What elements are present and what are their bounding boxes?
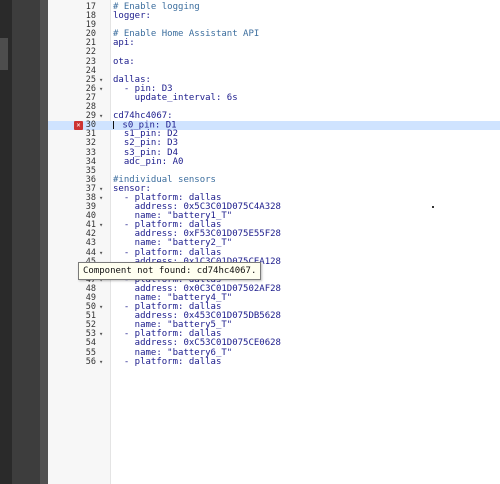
fold-toggle-icon[interactable]: ▾ [99,85,109,94]
text-cursor [113,121,114,130]
code-line[interactable]: 23 ota: [48,57,500,67]
error-tooltip-text: Component not found: cd74hc4067. [83,266,257,276]
left-panel-tab[interactable] [0,38,8,70]
line-number: 56 [85,356,96,367]
fold-toggle-icon[interactable]: ▾ [99,249,109,258]
code-text[interactable]: update_interval: 6s [113,93,238,103]
code-line[interactable]: 27 update_interval: 6s [48,93,500,103]
fold-toggle-icon[interactable]: ▾ [99,112,109,121]
left-panel-edge [0,0,12,484]
code-text[interactable]: - platform: dallas [113,357,222,367]
code-text[interactable]: adc_pin: A0 [113,157,184,167]
fold-toggle-icon[interactable]: ▾ [99,358,109,367]
fold-toggle-icon[interactable]: ▾ [99,330,109,339]
fold-toggle-icon[interactable]: ▾ [99,194,109,203]
left-dark-panel [0,0,48,484]
fold-toggle-icon[interactable]: ▾ [99,185,109,194]
left-panel-divider [40,0,48,484]
code-line[interactable]: 29 ▾ cd74hc4067: [48,112,500,121]
fold-toggle-icon[interactable]: ▾ [99,221,109,230]
code-text[interactable]: logger: [113,11,151,21]
code-text[interactable]: # Enable Home Assistant API [113,30,259,39]
fold-toggle-icon[interactable]: ▾ [99,76,109,85]
code-text[interactable]: api: [113,39,135,48]
code-lines[interactable]: 17 # Enable logging 18 logger: 19 20 # Enable … [48,2,500,367]
code-editor[interactable]: 17 # Enable logging 18 logger: 19 20 # Enable … [48,0,500,484]
error-tooltip: Component not found: cd74hc4067. [78,262,262,280]
code-line[interactable]: 21 api: [48,39,500,48]
code-line[interactable]: 18 logger: [48,11,500,21]
mouse-pointer-dot [432,206,434,208]
code-line[interactable]: 56 ▾ - platform: dallas [48,356,500,367]
fold-toggle-icon[interactable]: ▾ [99,303,109,312]
code-text[interactable]: ota: [113,57,135,67]
code-line[interactable]: 34 adc_pin: A0 [48,157,500,167]
